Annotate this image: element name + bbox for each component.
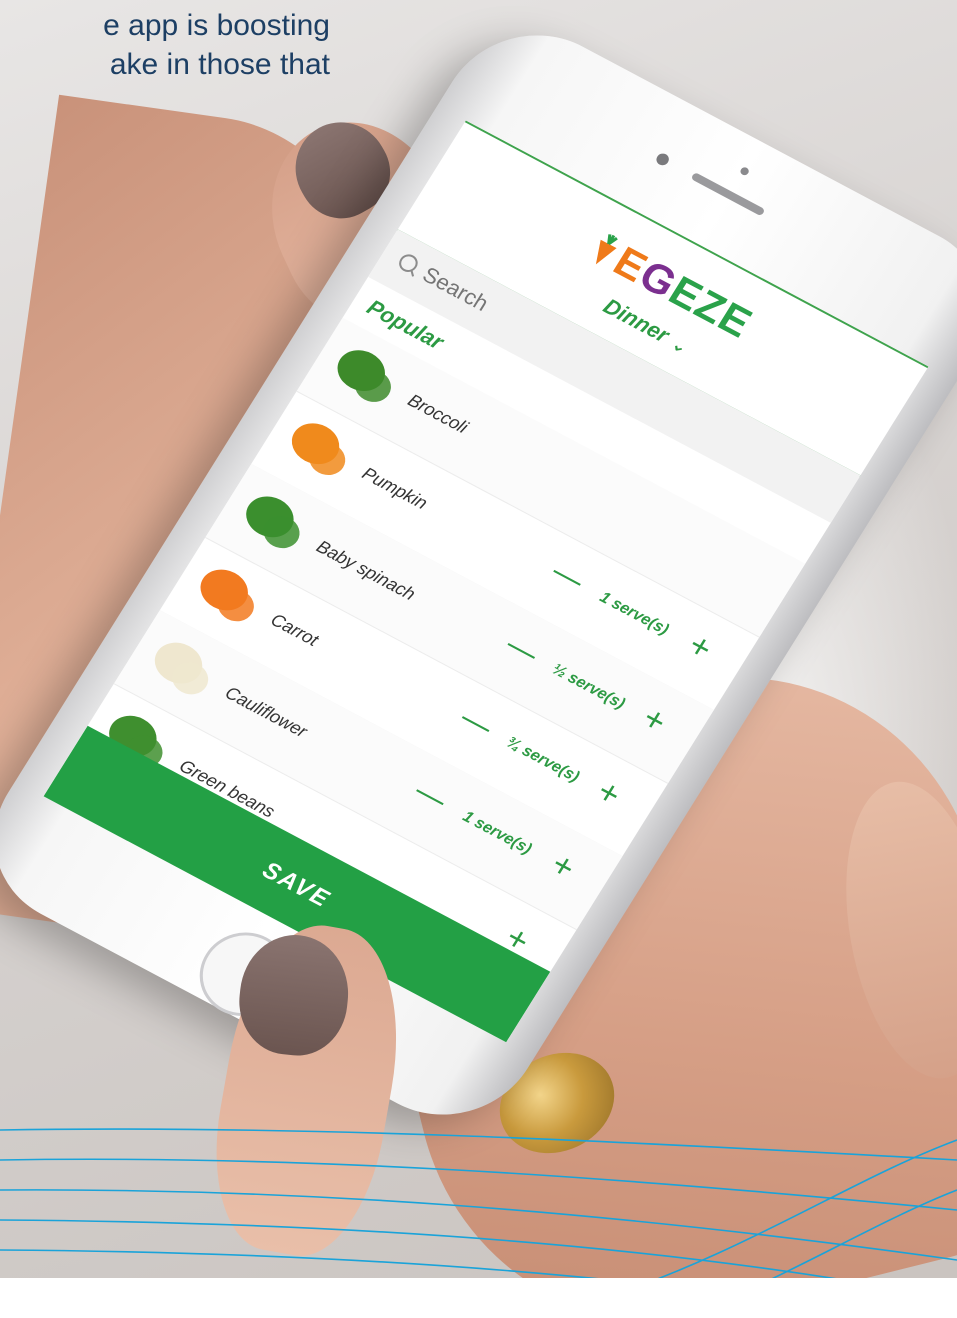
vegetable-name: Cauliflower: [221, 682, 311, 742]
serve-quantity: ½ serve(s): [548, 660, 628, 713]
headline-line-2: ake in those that: [109, 48, 330, 81]
vegetable-name: Pumpkin: [358, 463, 432, 514]
serve-quantity: 1 serve(s): [596, 588, 672, 639]
headline-text: e app is boosting ake in those that: [0, 6, 330, 84]
vegetable-name: Baby spinach: [312, 536, 420, 605]
serve-quantity: 1 serve(s): [459, 808, 535, 858]
headline-line-1: e app is boosting: [103, 9, 330, 42]
page-bottom-margin: [0, 1278, 957, 1318]
serve-quantity: ¾ serve(s): [503, 734, 583, 786]
vegetable-name: Carrot: [267, 609, 323, 650]
chevron-down-icon: ⌄: [668, 335, 690, 357]
search-icon: [395, 251, 422, 276]
vegetable-name: Broccoli: [404, 390, 472, 438]
